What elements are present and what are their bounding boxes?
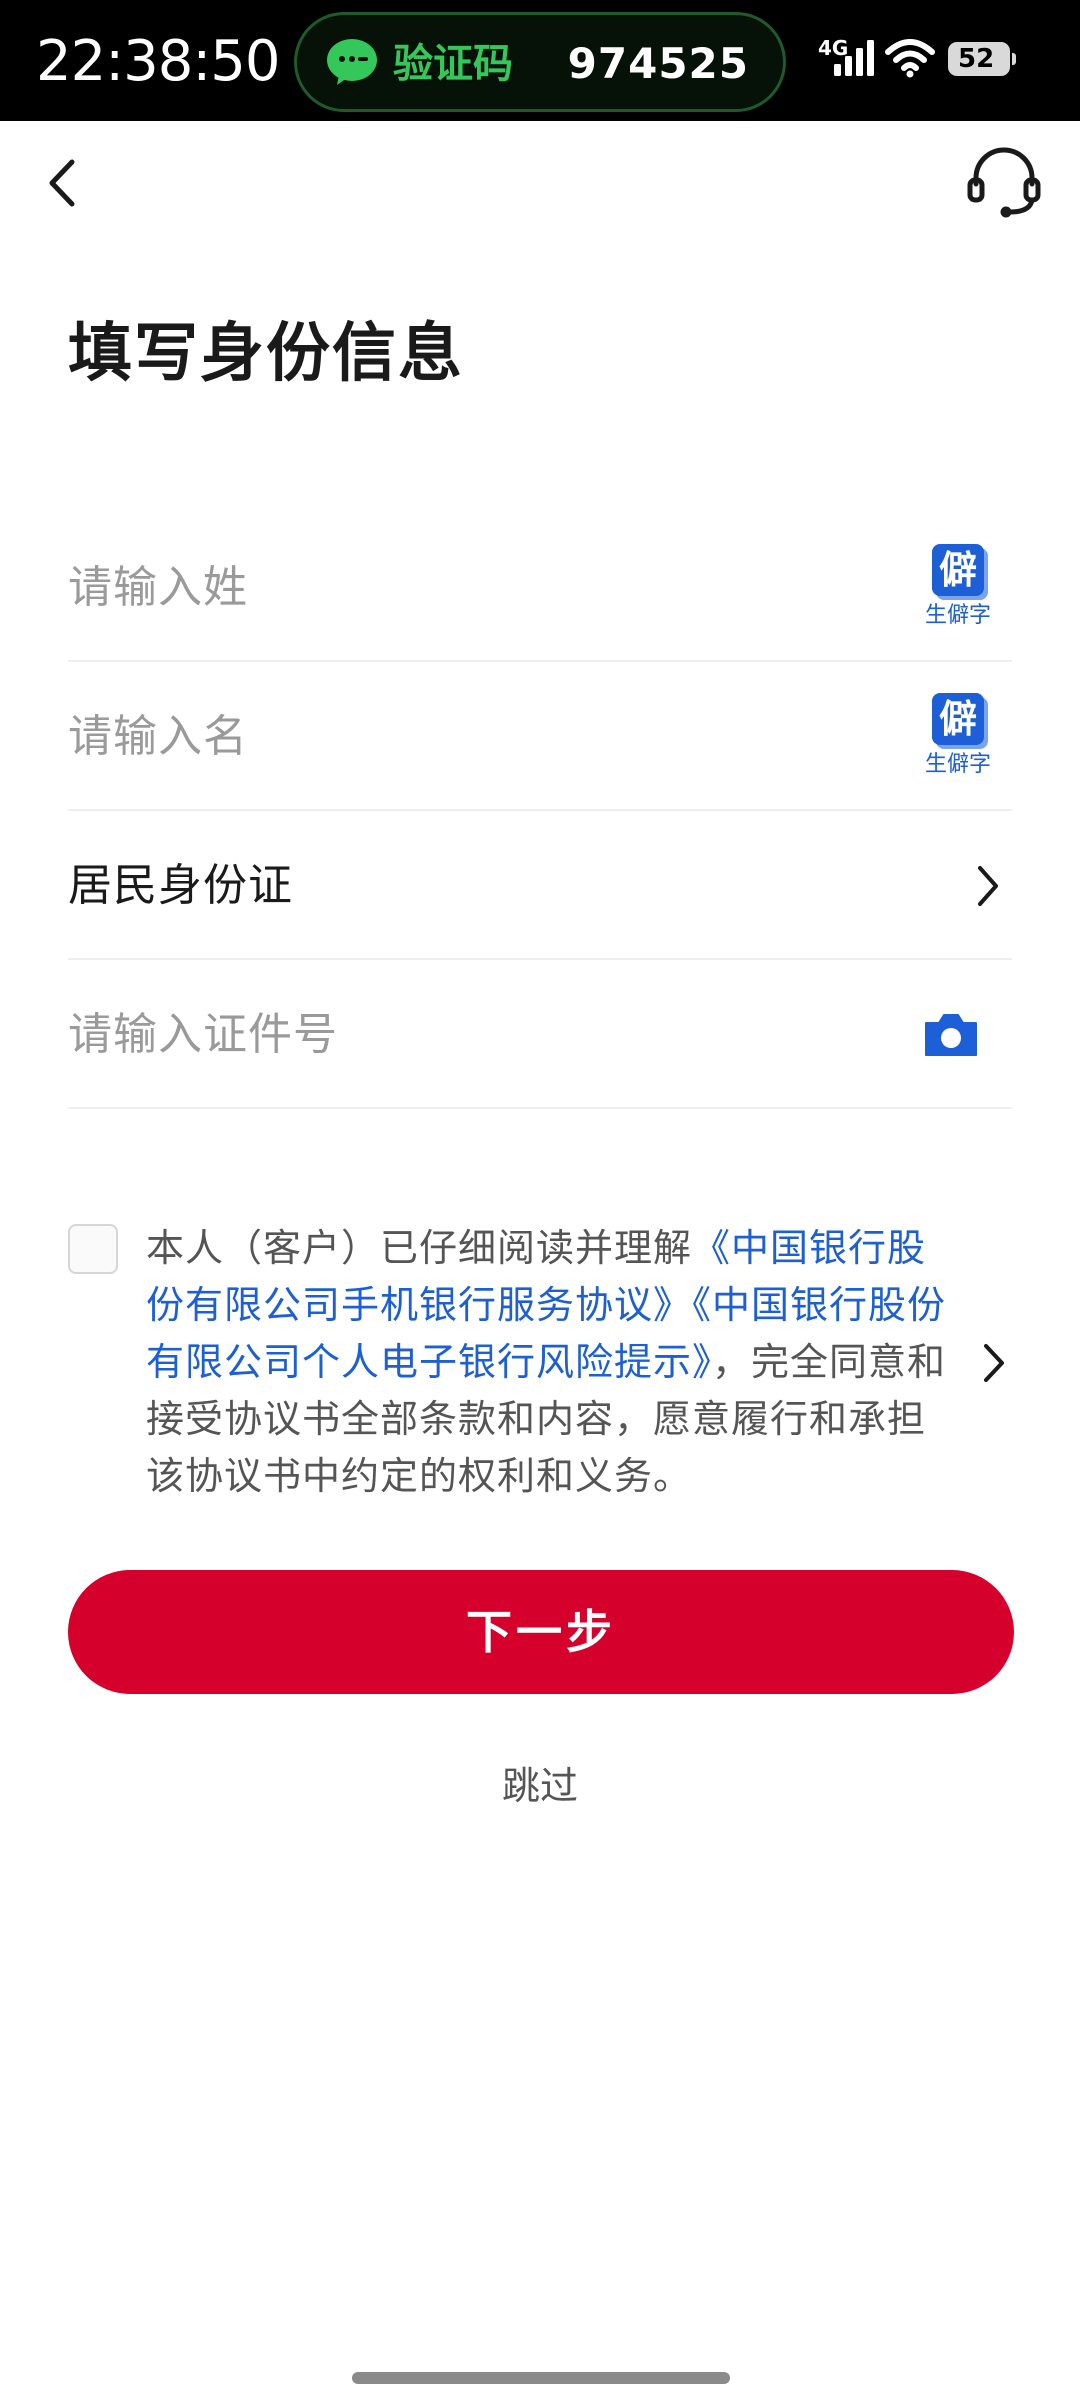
id-number-input[interactable]: 请输入证件号 <box>68 1007 338 1063</box>
agreement-prefix: 本人（客户）已仔细阅读并理解 <box>146 1226 693 1270</box>
surname-input[interactable]: 请输入姓 <box>68 560 248 616</box>
skip-link[interactable]: 跳过 <box>0 1758 1080 1814</box>
signal-icon <box>834 40 874 76</box>
given-name-field[interactable]: 请输入名 僻 生僻字 <box>68 663 1012 811</box>
id-number-field[interactable]: 请输入证件号 <box>68 961 1012 1109</box>
status-time: 22:38:50 <box>36 29 281 94</box>
chevron-right-icon <box>978 866 998 906</box>
battery-indicator: 52 <box>948 42 1016 76</box>
notification-title: 验证码 <box>393 41 513 87</box>
id-type-selector[interactable]: 居民身份证 <box>68 812 1012 960</box>
headset-icon <box>967 147 1041 218</box>
chevron-left-icon <box>49 159 75 207</box>
rare-char-label: 生僻字 <box>924 752 991 777</box>
rare-char-icon: 僻 <box>932 544 984 596</box>
next-step-button[interactable]: 下一步 <box>68 1570 1014 1694</box>
surname-field[interactable]: 请输入姓 僻 生僻字 <box>68 514 1012 662</box>
status-bar: 22:38:50 验证码 974525 4G 52 <box>0 0 1080 121</box>
camera-icon[interactable] <box>922 1011 980 1059</box>
rare-character-button-surname[interactable]: 僻 生僻字 <box>920 544 996 634</box>
customer-service-button[interactable] <box>966 146 1042 218</box>
rare-character-button-given-name[interactable]: 僻 生僻字 <box>920 693 996 783</box>
rare-char-label: 生僻字 <box>924 603 991 628</box>
agreement-text: 本人（客户）已仔细阅读并理解《中国银行股份有限公司手机银行服务协议》《中国银行股… <box>146 1220 956 1505</box>
verification-code-notification[interactable]: 验证码 974525 <box>294 12 786 112</box>
wifi-icon <box>885 39 935 78</box>
back-button[interactable] <box>40 150 84 216</box>
agreement-detail-chevron-icon[interactable] <box>980 1340 1008 1386</box>
page-title: 填写身份信息 <box>68 317 464 391</box>
home-indicator[interactable] <box>352 2372 730 2384</box>
wechat-icon <box>327 39 377 85</box>
verification-code: 974525 <box>567 39 749 88</box>
rare-char-icon: 僻 <box>932 693 984 745</box>
agreement-checkbox[interactable] <box>68 1224 118 1274</box>
given-name-input[interactable]: 请输入名 <box>68 709 248 765</box>
id-type-value: 居民身份证 <box>68 860 293 911</box>
